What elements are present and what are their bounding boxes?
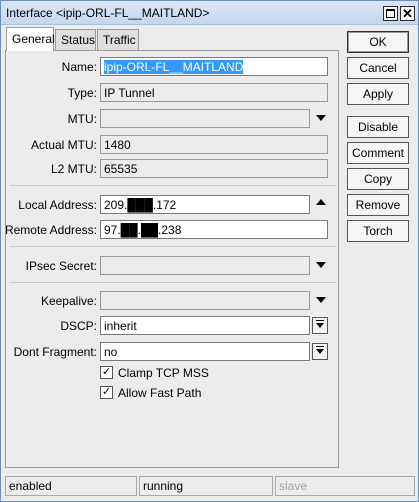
mtu-expand-arrow-icon[interactable] xyxy=(316,115,326,121)
tab-status[interactable]: Status xyxy=(55,29,96,50)
tab-traffic[interactable]: Traffic xyxy=(97,29,139,50)
actual-mtu-label: Actual MTU: xyxy=(30,138,97,152)
actual-mtu-field: 1480 xyxy=(100,135,328,154)
dropdown-arrow-icon xyxy=(316,320,324,328)
dscp-label: DSCP: xyxy=(60,319,97,333)
status-slave: slave xyxy=(275,476,415,496)
ipsec-secret-label: IPsec Secret: xyxy=(25,259,97,273)
mtu-label: MTU: xyxy=(67,112,97,126)
keepalive-label: Keepalive: xyxy=(40,294,97,308)
dscp-select[interactable]: inherit xyxy=(100,316,310,335)
remote-address-input[interactable]: 97.██.██.238 xyxy=(100,220,328,239)
allow-fast-path-checkbox[interactable]: ✓ xyxy=(100,386,113,399)
type-row: Type: IP Tunnel xyxy=(6,83,340,103)
mtu-row: MTU: xyxy=(6,109,340,129)
status-bar: enabled running slave xyxy=(5,476,415,498)
ipsec-secret-expand-arrow-icon[interactable] xyxy=(316,262,326,268)
divider xyxy=(10,282,336,283)
title-bar[interactable]: Interface <ipip-ORL-FL__MAITLAND> ✕ xyxy=(1,1,418,25)
dropdown-arrow-icon xyxy=(316,346,324,354)
clamp-tcp-mss-label: Clamp TCP MSS xyxy=(118,366,209,380)
divider xyxy=(10,185,336,186)
l2-mtu-row: L2 MTU: 65535 xyxy=(6,159,340,179)
local-address-collapse-arrow-icon[interactable] xyxy=(316,199,326,205)
l2-mtu-label: L2 MTU: xyxy=(50,162,97,176)
maximize-button[interactable] xyxy=(383,6,398,21)
allow-fast-path-label: Allow Fast Path xyxy=(118,386,202,400)
local-address-row: Local Address: 209.███.172 xyxy=(6,195,340,215)
interface-window: Interface <ipip-ORL-FL__MAITLAND> ✕ Gene… xyxy=(0,0,419,502)
type-field: IP Tunnel xyxy=(100,83,328,102)
dont-fragment-select[interactable]: no xyxy=(100,342,310,361)
remove-button[interactable]: Remove xyxy=(347,194,409,216)
remote-address-label: Remote Address: xyxy=(4,223,97,237)
name-label: Name: xyxy=(61,60,97,74)
remote-address-row: Remote Address: 97.██.██.238 xyxy=(4,220,340,240)
window-title: Interface <ipip-ORL-FL__MAITLAND> xyxy=(6,6,210,20)
close-icon: ✕ xyxy=(402,6,413,21)
dont-fragment-dropdown-button[interactable] xyxy=(312,343,328,360)
ok-button[interactable]: OK xyxy=(347,31,409,53)
general-panel: Name: ipip-ORL-FL__MAITLAND Type: IP Tun… xyxy=(5,50,339,468)
mtu-input[interactable] xyxy=(100,109,310,128)
name-input[interactable]: ipip-ORL-FL__MAITLAND xyxy=(100,57,328,76)
status-enabled: enabled xyxy=(5,476,137,496)
keepalive-row: Keepalive: xyxy=(6,291,340,311)
comment-button[interactable]: Comment xyxy=(347,142,409,164)
dont-fragment-row: Dont Fragment: no xyxy=(6,342,340,362)
tab-general[interactable]: General xyxy=(6,27,55,51)
maximize-icon xyxy=(386,9,395,18)
keepalive-expand-arrow-icon[interactable] xyxy=(316,297,326,303)
apply-button[interactable]: Apply xyxy=(347,83,409,105)
disable-button[interactable]: Disable xyxy=(347,116,409,138)
dscp-row: DSCP: inherit xyxy=(6,316,340,336)
actual-mtu-row: Actual MTU: 1480 xyxy=(6,135,340,155)
type-label: Type: xyxy=(67,86,97,100)
close-button[interactable]: ✕ xyxy=(400,6,415,21)
keepalive-input[interactable] xyxy=(100,291,310,310)
status-running: running xyxy=(139,476,273,496)
dont-fragment-label: Dont Fragment: xyxy=(13,345,97,359)
divider xyxy=(10,246,336,247)
name-row: Name: ipip-ORL-FL__MAITLAND xyxy=(6,57,340,77)
clamp-tcp-mss-checkbox[interactable]: ✓ xyxy=(100,366,113,379)
ipsec-secret-row: IPsec Secret: xyxy=(6,256,340,276)
name-value: ipip-ORL-FL__MAITLAND xyxy=(104,60,244,74)
local-address-input[interactable]: 209.███.172 xyxy=(100,195,310,214)
l2-mtu-field: 65535 xyxy=(100,159,328,178)
dscp-dropdown-button[interactable] xyxy=(312,317,328,334)
torch-button[interactable]: Torch xyxy=(347,220,409,242)
cancel-button[interactable]: Cancel xyxy=(347,57,409,79)
ipsec-secret-input[interactable] xyxy=(100,256,310,275)
local-address-label: Local Address: xyxy=(18,198,97,212)
copy-button[interactable]: Copy xyxy=(347,168,409,190)
